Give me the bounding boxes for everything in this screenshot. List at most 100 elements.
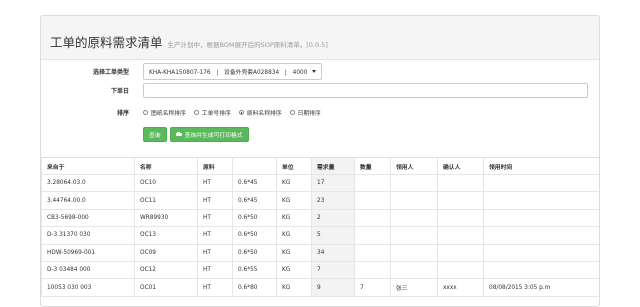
order-type-select[interactable]: KHA-KHA150807-176 | 设备外壳套A028834 | 4000	[143, 63, 323, 80]
cell-required: 7	[311, 260, 355, 280]
cell-material: HT	[197, 208, 233, 228]
col-header-name: 名称	[134, 157, 198, 175]
cell-source: 3.28064.03.0	[41, 173, 135, 193]
cell-receiver	[390, 191, 438, 210]
cell-required: 5	[311, 226, 355, 245]
order-type-row: 选择工单类型 KHA-KHA150807-176 | 设备外壳套A028834 …	[41, 63, 323, 80]
cell-source: HDW-50969-001	[41, 243, 135, 262]
cell-spec: 0.6*45	[232, 173, 277, 193]
page-title: 工单的原料需求清单	[50, 35, 163, 50]
cell-confirmer	[437, 243, 484, 262]
cell-source: 3.44764.00.0	[41, 191, 135, 210]
page-subtitle: 生产计划中，根据BOM展开后的SOP原料清单。[0.0.5]	[167, 41, 328, 49]
table-row: D-3 03484 000 OC12 HT 0.6*55 KG 7	[41, 260, 599, 280]
radio-label: 工单号排序	[201, 111, 231, 117]
cell-quantity	[354, 191, 391, 210]
cell-name: OC12	[134, 260, 198, 280]
cell-source: CB3-5698-000	[41, 208, 135, 228]
cell-confirmer	[437, 208, 484, 228]
cell-unit: KG	[276, 191, 312, 210]
col-header-receiver: 领用人	[390, 157, 438, 175]
cell-material: HT	[197, 226, 233, 245]
radio-icon	[143, 110, 148, 115]
cell-receive-time	[483, 208, 599, 228]
order-type-label: 选择工单类型	[92, 69, 129, 76]
cell-spec: 0.6*50	[232, 226, 277, 245]
action-buttons: 查询 查询并生成可打印格式	[143, 127, 249, 142]
cell-receive-time	[483, 191, 599, 210]
cell-material: HT	[197, 173, 233, 193]
sort-radio-group: 图纸名称排序 工单号排序 原料名称排序 日期排序	[143, 108, 321, 117]
cell-unit: KG	[276, 208, 312, 228]
order-date-input[interactable]	[143, 83, 588, 98]
cell-unit: KG	[276, 260, 312, 280]
cell-material: HT	[197, 243, 233, 262]
col-header-spec	[232, 157, 277, 175]
cell-quantity	[354, 260, 391, 280]
caret-down-icon	[312, 70, 317, 73]
cell-receiver	[390, 226, 438, 245]
order-date-row: 下单日	[41, 83, 588, 98]
col-header-source: 来自于	[41, 157, 135, 175]
cell-source: D-3 31370 030	[41, 226, 135, 245]
cell-confirmer	[437, 191, 484, 210]
cell-required: 2	[311, 208, 355, 228]
radio-icon	[289, 110, 295, 115]
cell-receive-time	[483, 226, 599, 245]
cell-confirmer	[437, 226, 484, 245]
col-header-material: 原料	[197, 157, 233, 175]
cell-required: 17	[311, 173, 355, 193]
col-header-required: 需求量	[311, 157, 355, 175]
table-row: 3.44764.00.0 OC11 HT 0.6*45 KG 23	[41, 191, 599, 210]
cell-name: OC09	[134, 243, 198, 262]
cell-material: HT	[197, 260, 233, 280]
table-header-row: 来自于 名称 原料 单位 需求量 数量 领用人 确认人 领用时间	[41, 157, 599, 175]
query-print-button[interactable]: 查询并生成可打印格式	[169, 127, 249, 142]
cell-name: OC10	[134, 173, 198, 193]
cell-receiver	[390, 243, 438, 262]
radio-label: 原料名称排序	[246, 111, 282, 117]
cell-quantity	[354, 243, 391, 262]
sort-by-material-radio[interactable]: 原料名称排序	[238, 108, 282, 117]
table-row: HDW-50969-001 OC09 HT 0.6*50 KG 34	[41, 243, 599, 262]
cell-receive-time	[483, 260, 599, 280]
cell-quantity	[354, 208, 391, 228]
col-header-receive-time: 领用时间	[483, 157, 599, 175]
table-row: D-3 31370 030 OC13 HT 0.6*50 KG 5	[41, 226, 599, 245]
cell-receive-time	[483, 173, 599, 193]
cell-spec: 0.6*45	[232, 191, 277, 210]
material-table: 来自于 名称 原料 单位 需求量 数量 领用人 确认人 领用时间 3.28064…	[41, 157, 599, 297]
cell-confirmer	[437, 260, 484, 280]
radio-label: 图纸名称排序	[151, 111, 186, 117]
cell-receiver	[390, 173, 438, 193]
cell-name: OC13	[134, 226, 198, 245]
cell-required: 23	[311, 191, 355, 210]
cell-name: WR89930	[134, 208, 198, 228]
query-button[interactable]: 查询	[143, 127, 167, 142]
order-material-panel: 工单的原料需求清单 生产计划中，根据BOM展开后的SOP原料清单。[0.0.5]…	[40, 15, 600, 307]
sort-by-order-radio[interactable]: 工单号排序	[193, 108, 231, 117]
cell-unit: KG	[276, 243, 312, 262]
cell-unit: KG	[276, 226, 312, 245]
radio-icon	[193, 110, 199, 115]
cell-required: 34	[311, 243, 355, 262]
col-header-confirmer: 确认人	[437, 157, 484, 175]
query-print-label: 查询并生成可打印格式	[184, 133, 243, 139]
order-type-value: KHA-KHA150807-176 | 设备外壳套A028834 | 4000	[149, 70, 308, 76]
col-header-unit: 单位	[276, 157, 312, 175]
cell-source: D-3 03484 000	[41, 260, 135, 280]
cell-spec: 0.6*50	[232, 208, 277, 228]
panel-header: 工单的原料需求清单 生产计划中，根据BOM展开后的SOP原料清单。[0.0.5]	[41, 16, 599, 60]
order-date-label: 下单日	[110, 88, 129, 95]
radio-label: 日期排序	[297, 111, 321, 117]
cell-quantity	[354, 226, 391, 245]
sort-label: 排序	[116, 110, 129, 117]
sort-by-date-radio[interactable]: 日期排序	[289, 108, 321, 117]
radio-selected-icon	[238, 110, 244, 115]
print-icon	[175, 131, 182, 137]
cell-confirmer	[437, 173, 484, 193]
sort-by-drawing-radio[interactable]: 图纸名称排序	[143, 108, 186, 117]
table-row: CB3-5698-000 WR89930 HT 0.6*50 KG 2	[41, 208, 599, 228]
table-row: 3.28064.03.0 OC10 HT 0.6*45 KG 17	[41, 173, 599, 193]
cell-name: OC11	[134, 191, 198, 210]
